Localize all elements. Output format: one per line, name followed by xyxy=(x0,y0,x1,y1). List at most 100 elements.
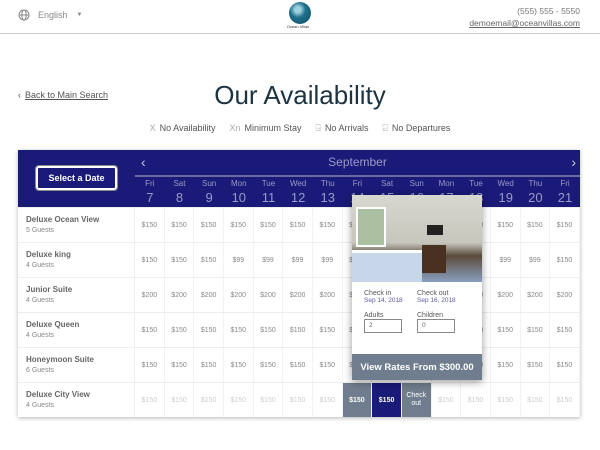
price-cell[interactable]: $150 xyxy=(313,348,343,382)
price-cell[interactable]: $150 xyxy=(254,348,284,382)
day-of-week: Sat xyxy=(173,179,186,188)
select-date-button[interactable]: Select a Date xyxy=(36,166,117,190)
price-cell[interactable]: $200 xyxy=(224,278,254,312)
price-cell[interactable]: $150 xyxy=(165,313,195,347)
price-cell[interactable]: $150 xyxy=(194,243,224,277)
room-label[interactable]: Deluxe Ocean View 5 Guests xyxy=(18,208,135,242)
price-cell[interactable]: $150 xyxy=(224,313,254,347)
price-cell[interactable]: $150 xyxy=(224,348,254,382)
price-cell[interactable]: $150 xyxy=(313,383,343,417)
price-cell[interactable]: $150 xyxy=(491,383,521,417)
price-cell[interactable]: $150 xyxy=(224,208,254,242)
caret-down-icon: ▼ xyxy=(76,12,83,18)
price-cell[interactable]: $150 xyxy=(342,383,373,417)
price-cell[interactable]: $150 xyxy=(313,208,343,242)
price-cell[interactable]: $99 xyxy=(313,243,343,277)
price-cell[interactable]: $150 xyxy=(283,208,313,242)
language-selector[interactable]: English ▼ xyxy=(18,9,82,21)
room-label[interactable]: Junior Suite 4 Guests xyxy=(18,278,135,312)
legend-item: X No Availability xyxy=(150,123,216,134)
day-header: Sat 8 xyxy=(165,178,195,206)
price-cell[interactable]: $200 xyxy=(283,278,313,312)
price-cell[interactable]: $150 xyxy=(254,208,284,242)
day-number: 8 xyxy=(175,190,184,205)
price-cell[interactable]: $150 xyxy=(194,208,224,242)
price-cell[interactable]: $150 xyxy=(521,383,551,417)
room-label[interactable]: Deluxe Queen 4 Guests xyxy=(18,313,135,347)
room-guests: 4 Guests xyxy=(26,297,55,304)
legend: X No Availability Xn Minimum Stay ⍈ No Arriva… xyxy=(0,123,600,134)
price-cell[interactable]: $150 xyxy=(521,348,551,382)
price-cell[interactable]: $150 xyxy=(135,348,165,382)
globe-icon xyxy=(18,9,30,21)
room-label[interactable]: Honeymoon Suite 6 Guests xyxy=(18,348,135,382)
price-cell[interactable]: $150 xyxy=(194,383,224,417)
legend-label: No Departures xyxy=(391,123,451,133)
price-cell[interactable]: $200 xyxy=(254,278,284,312)
price-cell[interactable]: $200 xyxy=(165,278,195,312)
price-cell[interactable]: $150 xyxy=(165,208,195,242)
price-cell[interactable]: $150 xyxy=(432,383,462,417)
price-cell[interactable]: $150 xyxy=(165,383,195,417)
price-cell[interactable]: $200 xyxy=(550,278,580,312)
email-link[interactable]: demoemail@oceanvillas.com xyxy=(469,18,580,28)
legend-icon: Xn xyxy=(229,123,241,133)
price-cell[interactable]: $150 xyxy=(283,348,313,382)
room-guests: 4 Guests xyxy=(26,262,55,269)
room-row: Deluxe Ocean View 5 Guests $150 $150 $150 $15… xyxy=(18,207,580,242)
prev-month-icon[interactable]: ‹ xyxy=(141,150,146,175)
next-month-icon[interactable]: › xyxy=(571,150,576,175)
price-cell[interactable]: $150 xyxy=(283,313,313,347)
price-cell[interactable]: $150 xyxy=(550,243,580,277)
room-label[interactable]: Deluxe City View 4 Guests xyxy=(18,383,135,417)
day-header: Wed 12 xyxy=(283,178,313,206)
price-cell[interactable]: $200 xyxy=(491,278,521,312)
price-cell[interactable]: $150 xyxy=(521,313,551,347)
price-cell[interactable]: $99 xyxy=(521,243,551,277)
price-cell[interactable]: $150 xyxy=(135,243,165,277)
price-cell[interactable]: $99 xyxy=(224,243,254,277)
price-cell[interactable]: $200 xyxy=(313,278,343,312)
price-cell[interactable]: $150 xyxy=(491,208,521,242)
legend-item: Xn Minimum Stay xyxy=(230,123,302,134)
price-cell[interactable]: $150 xyxy=(550,348,580,382)
month-label: September xyxy=(328,155,387,169)
price-cell[interactable]: $99 xyxy=(254,243,284,277)
price-cell[interactable]: $150 xyxy=(372,383,402,417)
day-of-week: Tue xyxy=(469,179,483,188)
room-label[interactable]: Deluxe king 4 Guests xyxy=(18,243,135,277)
price-cell[interactable]: $200 xyxy=(194,278,224,312)
price-cell[interactable]: Check out xyxy=(401,383,432,417)
price-cell[interactable]: $150 xyxy=(461,383,491,417)
price-cell[interactable]: $150 xyxy=(491,348,521,382)
children-input[interactable]: 0 xyxy=(417,319,455,333)
price-cell[interactable]: $150 xyxy=(135,383,165,417)
page-title: Our Availability xyxy=(214,80,386,110)
price-cell[interactable]: $150 xyxy=(135,313,165,347)
price-cell[interactable]: $150 xyxy=(165,348,195,382)
price-cell[interactable]: $150 xyxy=(135,208,165,242)
price-cell[interactable]: $99 xyxy=(283,243,313,277)
logo[interactable]: Ocean Villas xyxy=(287,2,313,29)
price-cell[interactable]: $150 xyxy=(550,313,580,347)
booking-popup: Check in Sep 14, 2018 Check out Sep 16, 20… xyxy=(352,195,482,380)
price-cell[interactable]: $150 xyxy=(491,313,521,347)
room-name: Junior Suite xyxy=(26,285,73,294)
price-cell[interactable]: $150 xyxy=(254,383,284,417)
adults-input[interactable]: 2 xyxy=(364,319,402,333)
day-number: 21 xyxy=(557,190,573,205)
price-cell[interactable]: $150 xyxy=(550,208,580,242)
price-cell[interactable]: $150 xyxy=(194,348,224,382)
price-cell[interactable]: $150 xyxy=(521,208,551,242)
price-cell[interactable]: $150 xyxy=(194,313,224,347)
price-cell[interactable]: $200 xyxy=(135,278,165,312)
price-cell[interactable]: $150 xyxy=(283,383,313,417)
price-cell[interactable]: $99 xyxy=(491,243,521,277)
price-cell[interactable]: $150 xyxy=(224,383,254,417)
price-cell[interactable]: $200 xyxy=(521,278,551,312)
view-rates-button[interactable]: View Rates From $300.00 xyxy=(352,354,482,380)
price-cell[interactable]: $150 xyxy=(254,313,284,347)
price-cell[interactable]: $150 xyxy=(165,243,195,277)
price-cell[interactable]: $150 xyxy=(313,313,343,347)
price-cell[interactable]: $150 xyxy=(550,383,580,417)
